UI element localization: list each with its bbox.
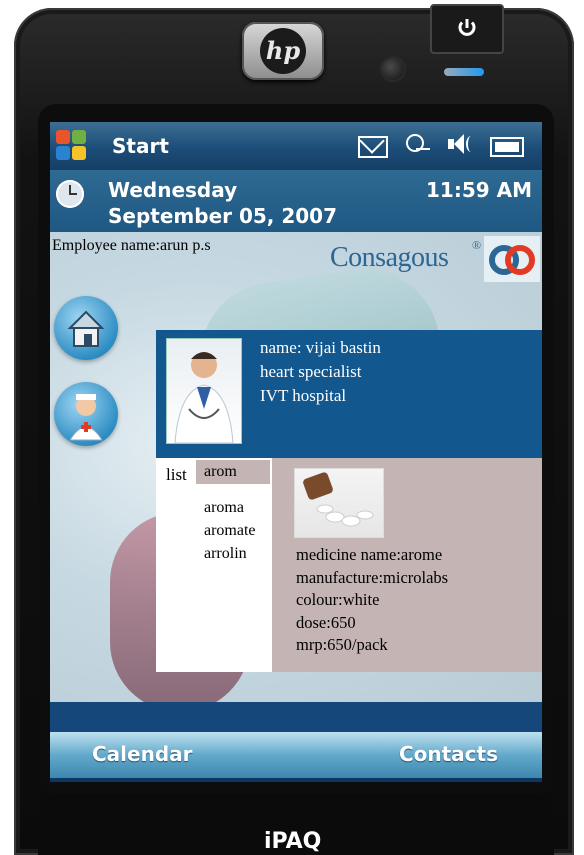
home-icon	[67, 310, 105, 347]
medicine-dose: dose:650	[296, 612, 356, 632]
brand-logo: Consagous ®	[330, 236, 540, 282]
windows-start-icon[interactable]	[56, 130, 88, 162]
medicine-details: medicine name:arome manufacture:microlab…	[296, 544, 448, 657]
doctor-info-panel: name: vijai bastin heart specialist IVT …	[156, 330, 542, 458]
screen: Start Wednesday September 05, 2007 11:59…	[50, 122, 542, 782]
home-button[interactable]	[54, 296, 118, 360]
doctor-button[interactable]	[54, 382, 118, 446]
medicine-image	[294, 468, 384, 538]
power-icon	[458, 19, 476, 36]
hp-logo-mark: hp	[260, 28, 306, 74]
title-bar: Start	[50, 122, 542, 170]
medicine-mrp: mrp:650/pack	[296, 635, 388, 654]
medicine-list: aroma aromate arrolin	[204, 496, 256, 565]
consagous-logo-icon	[484, 236, 540, 282]
start-icon-blue	[56, 146, 70, 160]
start-label[interactable]: Start	[112, 132, 169, 160]
start-icon-red	[56, 130, 70, 144]
status-icons	[358, 132, 524, 158]
status-led	[444, 68, 484, 76]
medicine-detail-panel: medicine name:arome manufacture:microlab…	[272, 458, 542, 672]
brand-name: Consagous	[330, 242, 449, 273]
today-date-bar[interactable]: Wednesday September 05, 2007 11:59 AM	[50, 170, 542, 232]
registered-mark: ®	[472, 238, 482, 252]
nurse-icon	[69, 394, 103, 441]
doctor-hospital: IVT hospital	[260, 386, 347, 405]
calendar-softkey[interactable]: Calendar	[92, 740, 193, 768]
app-content: Employee name:arun p.s Consagous ® name:…	[50, 232, 542, 712]
doctor-specialty: heart specialist	[260, 362, 362, 381]
day-of-week: Wednesday	[108, 178, 238, 202]
device-model-label: iPAQ	[264, 829, 322, 854]
camera-lens	[382, 58, 404, 80]
doctor-details: name: vijai bastin heart specialist IVT …	[260, 336, 381, 408]
power-button[interactable]	[430, 4, 504, 54]
clock-time: 11:59 AM	[425, 178, 532, 202]
battery-icon[interactable]	[490, 137, 524, 157]
mail-icon[interactable]	[358, 136, 388, 158]
volume-icon[interactable]	[448, 132, 474, 156]
employee-name-label: Employee name:arun p.s	[52, 237, 211, 254]
connectivity-icon[interactable]	[404, 132, 432, 156]
start-icon-green	[72, 130, 86, 144]
medicine-manufacture: manufacture:microlabs	[296, 567, 449, 587]
medicine-colour: colour:white	[296, 590, 380, 609]
medicine-search-input[interactable]	[196, 460, 270, 484]
list-item[interactable]: aroma	[204, 496, 256, 519]
clock-icon	[56, 180, 84, 208]
list-label: list	[166, 465, 187, 484]
hp-logo: hp	[242, 22, 324, 80]
full-date: September 05, 2007	[108, 204, 338, 228]
contacts-softkey[interactable]: Contacts	[399, 740, 498, 768]
medicine-name: medicine name:arome	[296, 545, 443, 564]
list-item[interactable]: aromate	[204, 519, 256, 542]
medicine-list-panel: list aroma aromate arrolin	[156, 458, 272, 672]
list-item[interactable]: arrolin	[204, 542, 256, 565]
start-icon-yellow	[72, 146, 86, 160]
softkey-bar: Calendar Contacts	[50, 732, 542, 778]
doctor-photo	[166, 338, 242, 444]
doctor-name: name: vijai bastin	[260, 338, 381, 357]
